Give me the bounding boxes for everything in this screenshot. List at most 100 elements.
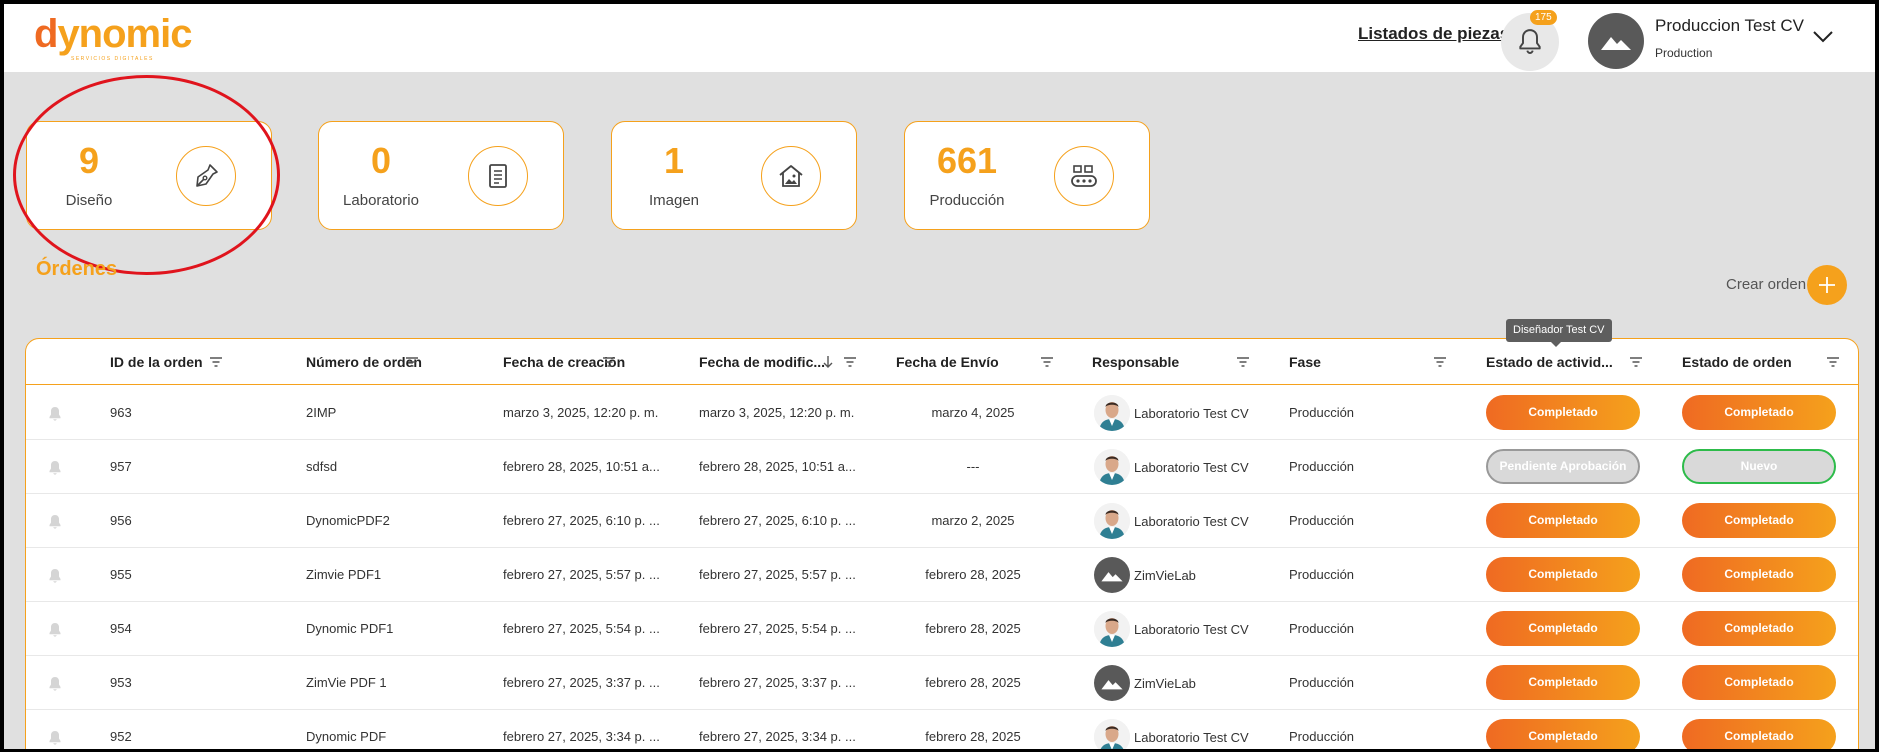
stat-card-imagen[interactable]: 1 Imagen: [611, 121, 857, 230]
row-bell-icon[interactable]: [48, 514, 62, 535]
responsible-avatar: [1094, 665, 1130, 701]
column-header-envio[interactable]: Fecha de Envío: [896, 339, 999, 385]
order-status-button[interactable]: Completado: [1682, 557, 1836, 592]
activity-status-button[interactable]: Completado: [1486, 503, 1640, 538]
filter-icon[interactable]: [1827, 357, 1839, 367]
create-order-button[interactable]: [1807, 265, 1847, 305]
order-status-button[interactable]: Completado: [1682, 719, 1836, 749]
cell-envio: febrero 28, 2025: [925, 621, 1021, 636]
column-header-modificacion[interactable]: Fecha de modific...: [699, 339, 825, 385]
cell-id: 953: [110, 675, 132, 690]
table-row[interactable]: 956 DynomicPDF2 febrero 27, 2025, 6:10 p. …: [26, 494, 1858, 548]
table-row[interactable]: 963 2IMP marzo 3, 2025, 12:20 p. m. marzo 3…: [26, 386, 1858, 440]
activity-status-button[interactable]: Completado: [1486, 395, 1640, 430]
activity-status-button[interactable]: Pendiente Aprobación: [1486, 449, 1640, 484]
order-status-button[interactable]: Completado: [1682, 665, 1836, 700]
cell-fase: Producción: [1289, 621, 1355, 636]
filter-icon[interactable]: [1237, 357, 1249, 367]
chevron-down-icon[interactable]: [1812, 30, 1834, 44]
activity-status-button[interactable]: Completado: [1486, 557, 1640, 592]
user-name: Produccion Test CV: [1655, 16, 1804, 35]
stat-card-laboratorio[interactable]: 0 Laboratorio: [318, 121, 564, 230]
cell-creacion: marzo 3, 2025, 12:20 p. m.: [503, 405, 659, 420]
sort-down-icon[interactable]: [823, 355, 833, 369]
stat-icon-wrap: [468, 146, 528, 206]
cell-modificacion: febrero 28, 2025, 10:51 a...: [699, 459, 856, 474]
activity-status-button[interactable]: Completado: [1486, 719, 1640, 749]
cell-creacion: febrero 27, 2025, 5:57 p. ...: [503, 567, 660, 582]
filter-icon[interactable]: [1041, 357, 1053, 367]
filter-icon[interactable]: [406, 357, 418, 367]
stat-icon-wrap: [176, 146, 236, 206]
filter-icon[interactable]: [844, 357, 856, 367]
order-status-button[interactable]: Completado: [1682, 395, 1836, 430]
filter-icon[interactable]: [1630, 357, 1642, 367]
column-header-estado[interactable]: Estado de orden: [1682, 339, 1792, 385]
document-icon: [489, 164, 507, 188]
activity-status-button[interactable]: Completado: [1486, 665, 1640, 700]
table-row[interactable]: 955 Zimvie PDF1 febrero 27, 2025, 5:57 p. …: [26, 548, 1858, 602]
cell-numero: Dynomic PDF: [306, 729, 387, 744]
stat-label: Diseño: [65, 192, 113, 209]
row-bell-icon[interactable]: [48, 460, 62, 481]
cell-envio: febrero 28, 2025: [925, 675, 1021, 690]
row-bell-icon[interactable]: [48, 622, 62, 643]
stat-icon-wrap: [761, 146, 821, 206]
order-status-button[interactable]: Nuevo: [1682, 449, 1836, 484]
stat-card-produccion[interactable]: 661 Producción: [904, 121, 1150, 230]
cell-fase: Producción: [1289, 567, 1355, 582]
pieces-list-link[interactable]: Listados de piezas: [1358, 24, 1509, 44]
cell-fase: Producción: [1289, 459, 1355, 474]
column-header-fase[interactable]: Fase: [1289, 339, 1321, 385]
cell-modificacion: febrero 27, 2025, 5:57 p. ...: [699, 567, 856, 582]
cell-creacion: febrero 27, 2025, 5:54 p. ...: [503, 621, 660, 636]
filter-icon[interactable]: [603, 357, 615, 367]
table-row[interactable]: 954 Dynomic PDF1 febrero 27, 2025, 5:54 p.…: [26, 602, 1858, 656]
responsible-avatar: [1094, 557, 1130, 593]
row-bell-icon[interactable]: [48, 730, 62, 749]
table-row[interactable]: 957 sdfsd febrero 28, 2025, 10:51 a... febr…: [26, 440, 1858, 494]
stat-label: Producción: [929, 192, 1005, 209]
mountain-placeholder-icon: [1601, 37, 1631, 50]
cell-creacion: febrero 27, 2025, 6:10 p. ...: [503, 513, 660, 528]
cell-id: 963: [110, 405, 132, 420]
house-image-icon: [779, 165, 803, 187]
order-status-button[interactable]: Completado: [1682, 611, 1836, 646]
logo-tagline: SERVICIOS DIGITALES: [71, 56, 154, 62]
column-header-actividad[interactable]: Estado de activid...: [1486, 339, 1613, 385]
cell-modificacion: febrero 27, 2025, 3:34 p. ...: [699, 729, 856, 744]
pen-nib-icon: [196, 164, 218, 187]
cell-creacion: febrero 27, 2025, 3:37 p. ...: [503, 675, 660, 690]
cell-responsable: Laboratorio Test CV: [1094, 449, 1249, 485]
column-header-numero[interactable]: Número de orden: [306, 339, 422, 385]
conveyor-icon: [1071, 165, 1097, 187]
activity-status-button[interactable]: Completado: [1486, 611, 1640, 646]
cell-responsable: ZimVieLab: [1094, 557, 1196, 593]
create-order-label[interactable]: Crear orden: [1726, 276, 1806, 293]
responsible-name: Laboratorio Test CV: [1134, 513, 1249, 529]
responsible-avatar: [1094, 503, 1130, 539]
cell-id: 954: [110, 621, 132, 636]
column-header-id[interactable]: ID de la orden: [110, 339, 203, 385]
stat-card-diseno[interactable]: 9 Diseño: [26, 121, 272, 230]
cell-modificacion: febrero 27, 2025, 6:10 p. ...: [699, 513, 856, 528]
stat-value: 661: [936, 140, 998, 181]
column-header-responsable[interactable]: Responsable: [1092, 339, 1179, 385]
table-row[interactable]: 953 ZimVie PDF 1 febrero 27, 2025, 3:37 p.…: [26, 656, 1858, 710]
cell-numero: sdfsd: [306, 459, 338, 474]
user-avatar[interactable]: [1588, 13, 1644, 69]
table-row[interactable]: 952 Dynomic PDF febrero 27, 2025, 3:34 p. …: [26, 710, 1858, 749]
cell-envio: febrero 28, 2025: [925, 567, 1021, 582]
row-bell-icon[interactable]: [48, 676, 62, 697]
filter-icon[interactable]: [210, 357, 222, 367]
cell-fase: Producción: [1289, 675, 1355, 690]
row-bell-icon[interactable]: [48, 568, 62, 589]
order-status-button[interactable]: Completado: [1682, 503, 1836, 538]
cell-id: 957: [110, 459, 132, 474]
dynomic-logo[interactable]: dynomic SERVICIOS DIGITALES: [34, 14, 194, 64]
stat-icon-wrap: [1054, 146, 1114, 206]
filter-icon[interactable]: [1434, 357, 1446, 367]
row-bell-icon[interactable]: [48, 406, 62, 427]
responsible-avatar: [1094, 611, 1130, 647]
cell-modificacion: marzo 3, 2025, 12:20 p. m.: [699, 405, 855, 420]
